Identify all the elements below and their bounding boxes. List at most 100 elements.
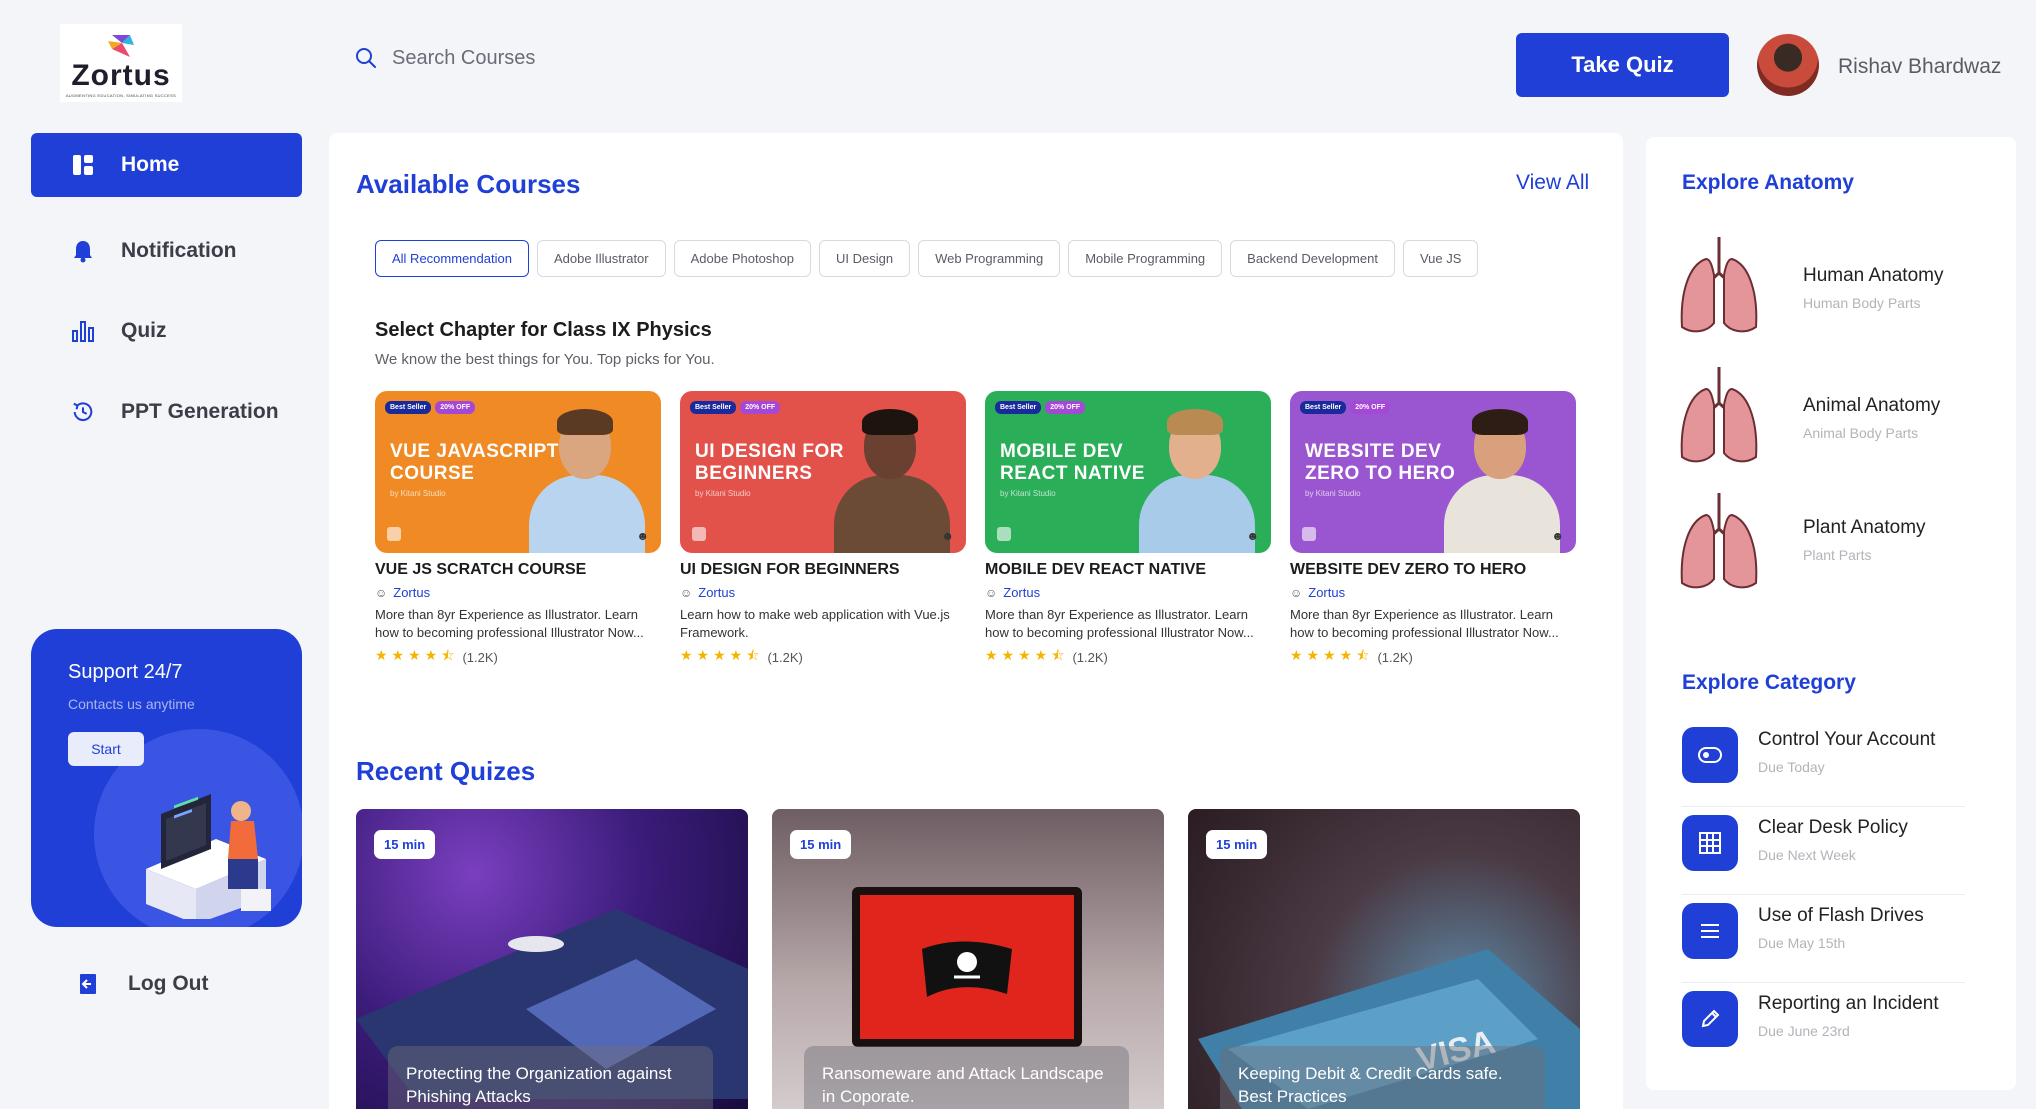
course-author: ☺ Zortus	[375, 585, 661, 600]
take-quiz-button[interactable]: Take Quiz	[1516, 33, 1729, 97]
author-name: Zortus	[1308, 585, 1346, 600]
search-input[interactable]	[392, 46, 752, 70]
anatomy-item-human[interactable]: Human Anatomy Human Body Parts	[1676, 235, 1996, 335]
user-icon: ☻	[1551, 529, 1564, 543]
user-name[interactable]: Rishav Bhardwaz	[1838, 55, 2001, 79]
quiz-duration: 15 min	[1206, 830, 1268, 859]
thumbnail-byline: by Kitani Studio	[390, 489, 446, 498]
support-title: Support 24/7	[68, 661, 183, 683]
bell-icon	[71, 239, 95, 263]
review-count: (1.2K)	[1072, 649, 1108, 665]
search-bar	[354, 46, 752, 70]
logout-label: Log Out	[128, 972, 209, 995]
category-item[interactable]: Control Your Account Due Today	[1682, 719, 1965, 807]
instructor-photo	[529, 403, 645, 553]
sidebar-item-label: Notification	[121, 239, 237, 262]
chip-adobe-photoshop[interactable]: Adobe Photoshop	[673, 240, 811, 277]
course-card[interactable]: Best Seller 20% OFF WEBSITE DEV ZERO TO H…	[1290, 391, 1576, 669]
logout-button[interactable]: Log Out	[76, 972, 208, 996]
chip-ui-design[interactable]: UI Design	[819, 240, 911, 277]
chapter-subtitle: We know the best things for You. Top pic…	[375, 351, 715, 368]
quiz-card[interactable]: 15 min Ransomeware and Attack Landscape …	[772, 809, 1164, 1109]
thumbnail-byline: by Kitani Studio	[1000, 489, 1056, 498]
sidebar-item-home[interactable]: Home	[31, 133, 302, 197]
course-thumbnail: Best Seller 20% OFF UI DESIGN FOR BEGINNE…	[680, 391, 966, 553]
developer-illustration	[146, 794, 271, 919]
view-all-link[interactable]: View All	[1516, 171, 1589, 195]
tool-icon	[997, 527, 1011, 541]
brand-logo[interactable]: Zortus AUGMENTING EDUCATION, SIMULATING …	[60, 24, 182, 102]
course-card[interactable]: Best Seller 20% OFF MOBILE DEV REACT NATI…	[985, 391, 1271, 669]
chip-mobile-programming[interactable]: Mobile Programming	[1068, 240, 1223, 277]
anatomy-item-subtitle: Plant Parts	[1803, 547, 1872, 563]
course-description: More than 8yr Experience as Illustrator.…	[1290, 607, 1559, 640]
category-title: Control Your Account	[1758, 729, 1936, 750]
course-rating: ★★★★⯪ (1.2K)	[680, 645, 966, 669]
menu-icon	[1682, 903, 1738, 959]
course-title: VUE JS SCRATCH COURSE	[375, 561, 587, 578]
discount-badge: 20% OFF	[740, 401, 781, 414]
toggle-icon	[1682, 727, 1738, 783]
category-item[interactable]: Clear Desk Policy Due Next Week	[1682, 807, 1965, 895]
anatomy-item-title: Human Anatomy	[1803, 265, 1944, 286]
course-description: More than 8yr Experience as Illustrator.…	[985, 607, 1254, 640]
course-author: ☺ Zortus	[1290, 585, 1576, 600]
anatomy-item-animal[interactable]: Animal Anatomy Animal Body Parts	[1676, 365, 1996, 465]
user-icon: ☺	[375, 585, 388, 600]
category-item[interactable]: Reporting an Incident Due June 23rd	[1682, 983, 1965, 1071]
main-panel: Available Courses View All All Recommend…	[329, 133, 1623, 1109]
user-icon: ☺	[1290, 585, 1303, 600]
category-due: Due Today	[1758, 759, 1825, 775]
quiz-duration: 15 min	[374, 830, 436, 859]
category-title: Clear Desk Policy	[1758, 817, 1908, 838]
discount-badge: 20% OFF	[435, 401, 476, 414]
bar-chart-icon	[71, 319, 95, 343]
tool-icon	[692, 527, 706, 541]
explore-anatomy-title: Explore Anatomy	[1682, 171, 1854, 194]
grid-icon	[1682, 815, 1738, 871]
avatar[interactable]	[1757, 34, 1819, 96]
user-icon: ☺	[985, 585, 998, 600]
author-name: Zortus	[1003, 585, 1041, 600]
course-description: Learn how to make web application with V…	[680, 607, 950, 640]
thumbnail-byline: by Kitani Studio	[1305, 489, 1361, 498]
category-item[interactable]: Use of Flash Drives Due May 15th	[1682, 895, 1965, 983]
support-start-button[interactable]: Start	[68, 732, 144, 766]
anatomy-item-subtitle: Animal Body Parts	[1803, 425, 1919, 441]
instructor-photo	[1139, 403, 1255, 553]
best-seller-badge: Best Seller	[385, 401, 432, 414]
anatomy-item-plant[interactable]: Plant Anatomy Plant Parts	[1676, 491, 1996, 591]
thumbnail-byline: by Kitani Studio	[695, 489, 751, 498]
author-name: Zortus	[393, 585, 431, 600]
sidebar-item-notification[interactable]: Notification	[31, 219, 302, 283]
dashboard-icon	[71, 153, 95, 177]
quiz-caption: Ransomeware and Attack Landscape in Copo…	[804, 1046, 1129, 1109]
search-icon[interactable]	[354, 46, 378, 70]
quiz-card[interactable]: 15 min Protecting the Organization again…	[356, 809, 748, 1109]
chip-backend-development[interactable]: Backend Development	[1230, 240, 1395, 277]
tool-icon	[387, 527, 401, 541]
brand-name: Zortus	[71, 58, 171, 92]
star-icons: ★★★★⯪	[1290, 647, 1374, 663]
course-title: WEBSITE DEV ZERO TO HERO	[1290, 561, 1527, 578]
quiz-card[interactable]: VISA 15 min Keeping Debit & Credit Cards…	[1188, 809, 1580, 1109]
chip-all-recommendation[interactable]: All Recommendation	[375, 240, 529, 277]
anatomy-item-title: Animal Anatomy	[1803, 395, 1941, 416]
chip-web-programming[interactable]: Web Programming	[918, 240, 1061, 277]
course-card[interactable]: Best Seller 20% OFF UI DESIGN FOR BEGINNE…	[680, 391, 966, 669]
chip-adobe-illustrator[interactable]: Adobe Illustrator	[536, 240, 666, 277]
history-icon	[71, 400, 95, 424]
course-author: ☺ Zortus	[985, 585, 1271, 600]
star-icons: ★★★★⯪	[680, 647, 764, 663]
sidebar-item-ppt-generation[interactable]: PPT Generation	[31, 380, 302, 444]
quiz-caption: Protecting the Organization against Phis…	[388, 1046, 713, 1109]
quiz-caption: Keeping Debit & Credit Cards safe. Best …	[1220, 1046, 1545, 1109]
ransomware-screen-image	[852, 887, 1082, 1047]
course-card[interactable]: Best Seller 20% OFF VUE JAVASCRIPT COURSE…	[375, 391, 661, 669]
lungs-icon	[1680, 237, 1758, 333]
chapter-title: Select Chapter for Class IX Physics	[375, 319, 712, 341]
chip-vue-js[interactable]: Vue JS	[1402, 240, 1479, 277]
course-thumbnail: Best Seller 20% OFF MOBILE DEV REACT NATI…	[985, 391, 1271, 553]
sidebar-item-quiz[interactable]: Quiz	[31, 299, 302, 363]
course-author: ☺ Zortus	[680, 585, 966, 600]
